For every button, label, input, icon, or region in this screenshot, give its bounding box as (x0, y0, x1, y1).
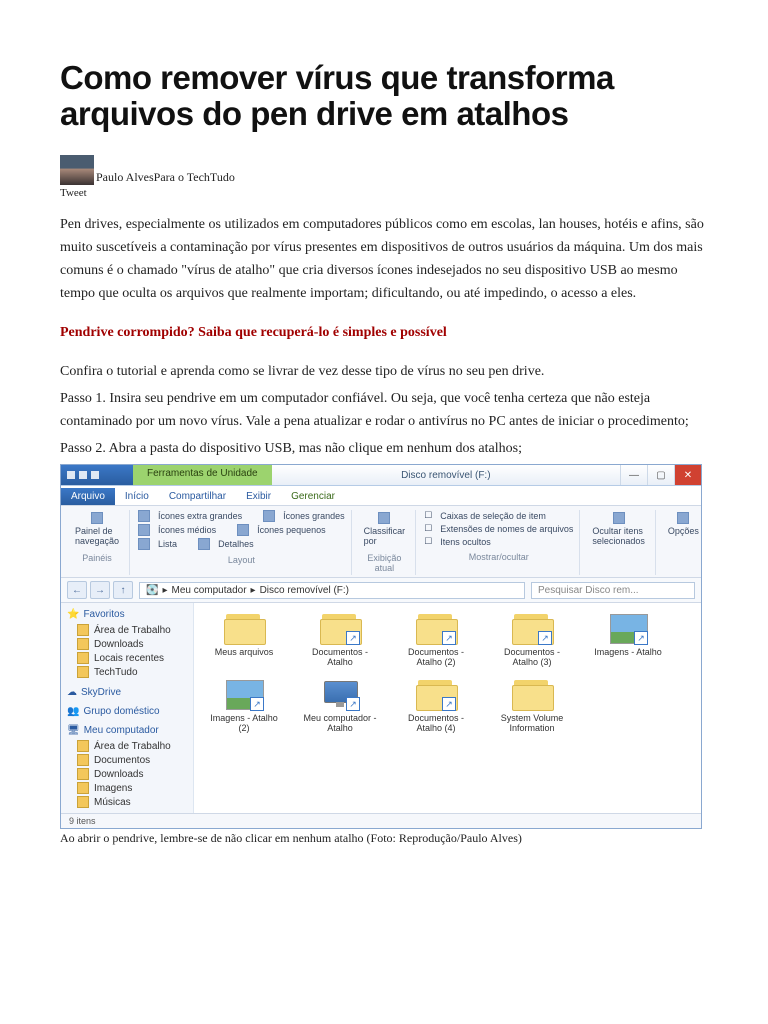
article-title: Como remover vírus que transforma arquiv… (60, 60, 708, 133)
step-1-text: Passo 1. Insira seu pendrive em um compu… (60, 387, 708, 433)
folder-icon (222, 611, 266, 645)
shortcut-docs-1[interactable]: ↗ Documentos - Atalho (300, 611, 380, 667)
sidebar-item-recent[interactable]: Locais recentes (67, 651, 187, 665)
group-showhide-label: Mostrar/ocultar (424, 552, 573, 562)
folder-svi[interactable]: System Volume Information (492, 677, 572, 733)
file-pane: Meus arquivos ↗ Documentos - Atalho ↗ Do… (194, 603, 701, 813)
sidebar-item-downloads[interactable]: Downloads (67, 637, 187, 651)
options-icon (677, 512, 689, 524)
shortcut-docs-3[interactable]: ↗ Documentos - Atalho (3) (492, 611, 572, 667)
author-avatar (60, 155, 94, 185)
path-drive[interactable]: Disco removível (F:) (260, 585, 349, 596)
hide-selected-button[interactable]: Ocultar itens selecionados (588, 510, 649, 548)
breadcrumb[interactable]: 💽 ▸ Meu computador ▸ Disco removível (F:… (139, 582, 525, 599)
forward-button[interactable]: → (90, 581, 110, 599)
sort-icon (378, 512, 390, 524)
tweet-link[interactable]: Tweet (60, 187, 708, 199)
shortcut-docs-4[interactable]: ↗ Documentos - Atalho (4) (396, 677, 476, 733)
sidebar-computer[interactable]: 🖥 Meu computador (67, 725, 187, 736)
path-root[interactable]: Meu computador (171, 585, 246, 596)
shortcut-images-2[interactable]: ↗ Imagens - Atalho (2) (204, 677, 284, 733)
hide-icon (613, 512, 625, 524)
layout-list[interactable]: Lista (158, 539, 177, 549)
author-source: Para o TechTudo (154, 170, 235, 184)
nav-pane-icon (91, 512, 103, 524)
group-panels-label: Painéis (71, 553, 123, 563)
tab-share[interactable]: Compartilhar (159, 488, 236, 505)
minimize-button[interactable]: — (620, 465, 647, 485)
shortcut-images-1[interactable]: ↗ Imagens - Atalho (588, 611, 668, 667)
image-caption: Ao abrir o pendrive, lembre-se de não cl… (60, 831, 708, 846)
explorer-screenshot: Ferramentas de Unidade Disco removível (… (60, 464, 702, 829)
layout-m-icons[interactable]: Ícones médios (158, 525, 216, 535)
maximize-button[interactable]: ▢ (647, 465, 674, 485)
tab-manage[interactable]: Gerenciar (281, 488, 345, 505)
ribbon-tabs: Arquivo Início Compartilhar Exibir Geren… (61, 486, 701, 506)
sidebar-item-c-music[interactable]: Músicas (67, 795, 187, 809)
layout-details[interactable]: Detalhes (218, 539, 254, 549)
layout-l-icons[interactable]: Ícones grandes (283, 511, 345, 521)
sidebar-homegroup[interactable]: 👥 Grupo doméstico (67, 706, 187, 717)
cb-extensions[interactable]: Extensões de nomes de arquivos (440, 524, 573, 534)
ribbon: Painel de navegação Painéis Ícones extra… (61, 506, 701, 578)
ribbon-context-label: Ferramentas de Unidade (133, 465, 272, 485)
folder-shortcut-icon: ↗ (318, 611, 362, 645)
folder-meus-arquivos[interactable]: Meus arquivos (204, 611, 284, 667)
tab-home[interactable]: Início (115, 488, 159, 505)
status-bar: 9 itens (61, 813, 701, 828)
cb-item-check[interactable]: Caixas de seleção de item (440, 511, 546, 521)
sidebar-item-desktop[interactable]: Área de Trabalho (67, 623, 187, 637)
sidebar-item-techtudo[interactable]: TechTudo (67, 665, 187, 679)
nav-sidebar: ⭐ Favoritos Área de Trabalho Downloads L… (61, 603, 194, 813)
layout-xl-icons[interactable]: Ícones extra grandes (158, 511, 242, 521)
sidebar-item-c-downloads[interactable]: Downloads (67, 767, 187, 781)
window-title: Disco removível (F:) (272, 465, 620, 485)
sidebar-item-c-docs[interactable]: Documentos (67, 753, 187, 767)
shortcut-docs-2[interactable]: ↗ Documentos - Atalho (2) (396, 611, 476, 667)
qat-icons (61, 465, 133, 485)
sidebar-favorites[interactable]: ⭐ Favoritos (67, 609, 187, 620)
image-shortcut-icon: ↗ (606, 611, 650, 645)
intro-paragraph: Pen drives, especialmente os utilizados … (60, 213, 708, 305)
sidebar-item-c-desktop[interactable]: Área de Trabalho (67, 739, 187, 753)
step-2-text: Passo 2. Abra a pasta do dispositivo USB… (60, 437, 708, 460)
nav-pane-button[interactable]: Painel de navegação (71, 510, 123, 548)
related-article-link[interactable]: Pendrive corrompido? Saiba que recuperá-… (60, 321, 708, 344)
drive-icon: 💽 (146, 585, 158, 596)
up-button[interactable]: ↑ (113, 581, 133, 599)
window-titlebar: Ferramentas de Unidade Disco removível (… (61, 465, 701, 486)
back-button[interactable]: ← (67, 581, 87, 599)
tab-view[interactable]: Exibir (236, 488, 281, 505)
group-layout-label: Layout (138, 555, 345, 565)
computer-shortcut-icon: ↗ (318, 677, 362, 711)
sort-by-button[interactable]: Classificar por (360, 510, 410, 548)
tab-file[interactable]: Arquivo (61, 488, 115, 505)
sidebar-skydrive[interactable]: ☁ SkyDrive (67, 687, 187, 698)
tutorial-intro: Confira o tutorial e aprenda como se liv… (60, 360, 708, 383)
author-name: Paulo Alves (96, 170, 154, 184)
options-button[interactable]: Opções (664, 510, 703, 538)
sidebar-item-c-images[interactable]: Imagens (67, 781, 187, 795)
layout-s-icons[interactable]: Ícones pequenos (257, 525, 326, 535)
search-input[interactable]: Pesquisar Disco rem... (531, 582, 695, 599)
byline: Paulo AlvesPara o TechTudo (60, 155, 708, 185)
cb-hidden[interactable]: Itens ocultos (440, 537, 491, 547)
address-bar: ← → ↑ 💽 ▸ Meu computador ▸ Disco removív… (61, 578, 701, 603)
close-button[interactable]: ✕ (674, 465, 701, 485)
group-currentview-label: Exibição atual (360, 553, 410, 573)
shortcut-computer[interactable]: ↗ Meu computador - Atalho (300, 677, 380, 733)
